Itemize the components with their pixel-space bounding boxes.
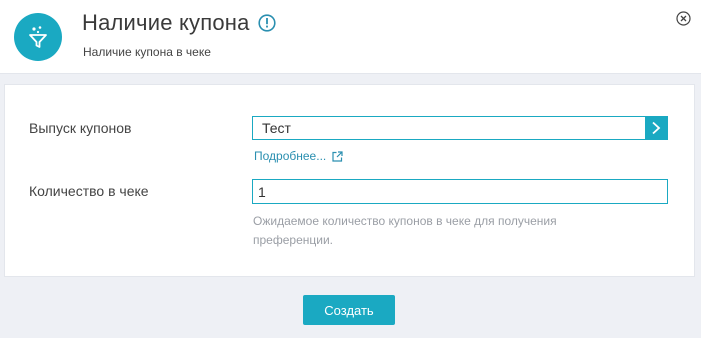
external-link-icon <box>332 150 343 162</box>
coupon-issue-select[interactable]: Тест <box>252 116 668 140</box>
funnel-sparkle-icon <box>14 13 62 61</box>
quantity-hint: Ожидаемое количество купонов в чеке для … <box>253 214 557 247</box>
page-title: Наличие купона <box>82 10 276 36</box>
page-subtitle: Наличие купона в чеке <box>83 45 211 59</box>
dialog-header: Наличие купона Наличие купона в чеке <box>0 0 701 74</box>
coupon-issue-value: Тест <box>262 120 291 136</box>
quantity-input[interactable] <box>252 179 668 204</box>
info-circle-icon[interactable] <box>257 14 276 32</box>
more-details-link[interactable]: Подробнее... <box>254 149 343 163</box>
quantity-label: Количество в чеке <box>29 183 149 199</box>
create-button[interactable]: Создать <box>303 295 395 325</box>
coupon-issue-label: Выпуск купонов <box>29 120 132 136</box>
page-title-text: Наличие купона <box>82 10 250 35</box>
chevron-right-icon[interactable] <box>645 117 667 139</box>
more-details-label: Подробнее... <box>254 149 327 163</box>
close-circle-icon[interactable] <box>676 11 691 26</box>
